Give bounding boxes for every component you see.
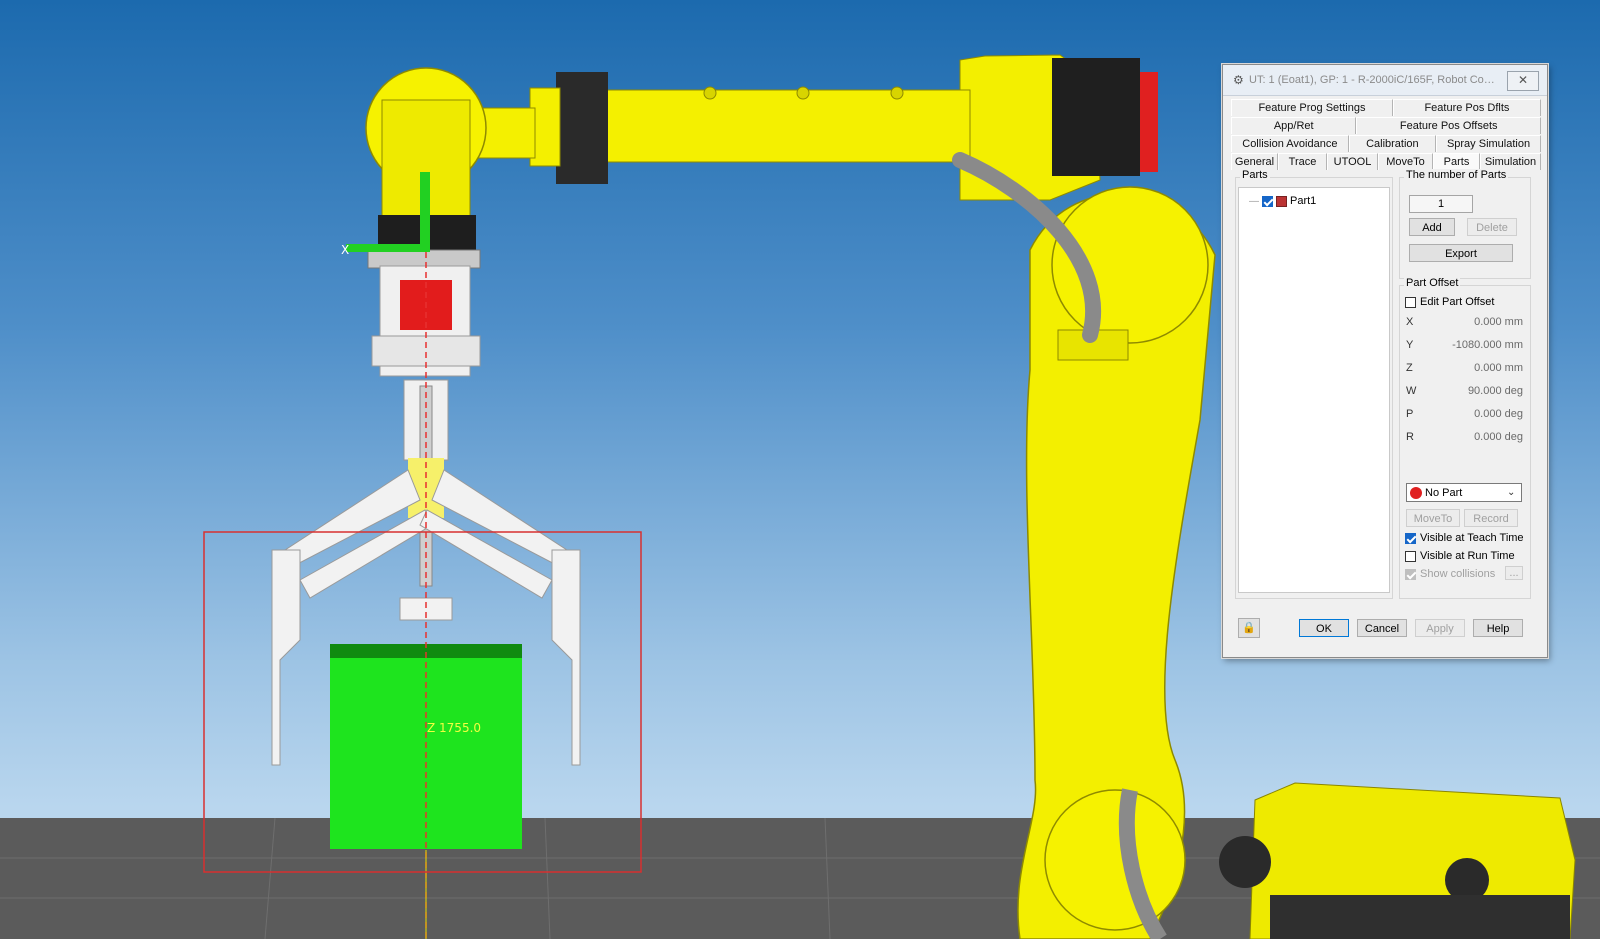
export-button[interactable]: Export [1409, 244, 1513, 262]
edit-part-offset-checkbox[interactable] [1405, 296, 1416, 308]
tab-feature-prog-settings[interactable]: Feature Prog Settings [1231, 99, 1393, 116]
chevron-down-icon: ⌄ [1507, 487, 1516, 498]
close-icon: ✕ [1517, 73, 1529, 87]
offset-x-label: X [1406, 316, 1414, 328]
offset-y-label: Y [1406, 339, 1414, 351]
robot-base [1219, 782, 1576, 939]
tab-simulation[interactable]: Simulation [1480, 153, 1541, 170]
parts-tree[interactable]: — Part1 [1238, 187, 1390, 593]
close-button[interactable]: ✕ [1507, 71, 1539, 91]
tab-row-4: General Trace UTOOL MoveTo Parts Simulat… [1231, 153, 1541, 170]
dialog-title: UT: 1 (Eoat1), GP: 1 - R-2000iC/165F, Ro… [1249, 74, 1499, 86]
part-select-dropdown[interactable]: No Part ⌄ [1406, 483, 1522, 502]
tab-utool[interactable]: UTOOL [1327, 153, 1378, 170]
tab-general[interactable]: General [1231, 153, 1278, 170]
delete-button[interactable]: Delete [1467, 218, 1517, 236]
axis-label-x: X [341, 243, 349, 257]
offset-p-field[interactable]: 0.000 deg [1431, 406, 1523, 423]
lock-button[interactable]: 🔒 [1238, 618, 1260, 638]
moveto-button[interactable]: MoveTo [1406, 509, 1460, 527]
tree-item-checkbox[interactable] [1262, 195, 1273, 207]
collisions-more-button[interactable]: ... [1505, 566, 1523, 580]
lock-icon: 🔒 [1242, 622, 1256, 634]
part-icon [1276, 195, 1287, 207]
tree-item-part1[interactable]: — Part1 [1249, 194, 1316, 208]
apply-button[interactable]: Apply [1415, 619, 1465, 637]
show-collisions-checkbox[interactable] [1405, 568, 1416, 580]
visible-run-row[interactable]: Visible at Run Time [1405, 549, 1515, 563]
edit-part-offset-row[interactable]: Edit Part Offset [1405, 295, 1494, 309]
tab-collision-avoidance[interactable]: Collision Avoidance [1231, 135, 1349, 152]
tab-spray-simulation[interactable]: Spray Simulation [1436, 135, 1541, 152]
edit-part-offset-label: Edit Part Offset [1420, 296, 1495, 308]
dialog-titlebar[interactable]: ⚙ UT: 1 (Eoat1), GP: 1 - R-2000iC/165F, … [1223, 65, 1547, 96]
offset-w-field[interactable]: 90.000 deg [1431, 383, 1523, 400]
visible-run-label: Visible at Run Time [1420, 550, 1515, 562]
show-collisions-label: Show collisions [1420, 568, 1496, 580]
show-collisions-row[interactable]: Show collisions [1405, 567, 1495, 581]
offset-z-label: Z [1406, 362, 1413, 374]
tab-row-1: Feature Prog Settings Feature Pos Dflts [1231, 99, 1541, 116]
ok-button[interactable]: OK [1299, 619, 1349, 637]
part-select-value: No Part [1425, 486, 1463, 499]
offset-w-label: W [1406, 385, 1417, 397]
part-offset-label: Part Offset [1404, 277, 1461, 289]
tab-parts[interactable]: Parts [1433, 153, 1480, 170]
tab-feature-pos-dflts[interactable]: Feature Pos Dflts [1392, 99, 1541, 116]
visible-teach-row[interactable]: Visible at Teach Time [1405, 531, 1524, 545]
offset-r-label: R [1406, 431, 1414, 443]
gear-icon: ⚙ [1233, 73, 1244, 87]
tab-trace[interactable]: Trace [1278, 153, 1327, 170]
tab-moveto[interactable]: MoveTo [1378, 153, 1433, 170]
tab-calibration[interactable]: Calibration [1348, 135, 1437, 152]
offset-z-field[interactable]: 0.000 mm [1431, 360, 1523, 377]
offset-y-field[interactable]: -1080.000 mm [1431, 337, 1523, 354]
tree-connector: — [1249, 195, 1259, 207]
tab-row-3: Collision Avoidance Calibration Spray Si… [1231, 135, 1541, 152]
visible-teach-label: Visible at Teach Time [1420, 532, 1524, 544]
robot-properties-dialog: ⚙ UT: 1 (Eoat1), GP: 1 - R-2000iC/165F, … [1222, 64, 1548, 658]
add-button[interactable]: Add [1409, 218, 1455, 236]
record-button[interactable]: Record [1464, 509, 1518, 527]
tab-row-2: App/Ret Feature Pos Offsets [1231, 117, 1541, 134]
tab-app-ret[interactable]: App/Ret [1231, 117, 1357, 134]
tab-feature-pos-offsets[interactable]: Feature Pos Offsets [1356, 117, 1541, 134]
tree-item-label: Part1 [1290, 195, 1317, 207]
parts-group-label: Parts [1240, 169, 1270, 181]
number-of-parts-field[interactable]: 1 [1409, 195, 1473, 213]
cancel-button[interactable]: Cancel [1357, 619, 1407, 637]
help-button[interactable]: Help [1473, 619, 1523, 637]
visible-teach-checkbox[interactable] [1405, 532, 1416, 544]
visible-run-checkbox[interactable] [1405, 550, 1416, 562]
offset-p-label: P [1406, 408, 1414, 420]
dimension-label: Z 1755.0 [427, 721, 481, 735]
offset-r-field[interactable]: 0.000 deg [1431, 429, 1523, 446]
offset-x-field[interactable]: 0.000 mm [1431, 314, 1523, 331]
no-part-icon [1410, 486, 1422, 499]
number-of-parts-label: The number of Parts [1404, 169, 1509, 181]
